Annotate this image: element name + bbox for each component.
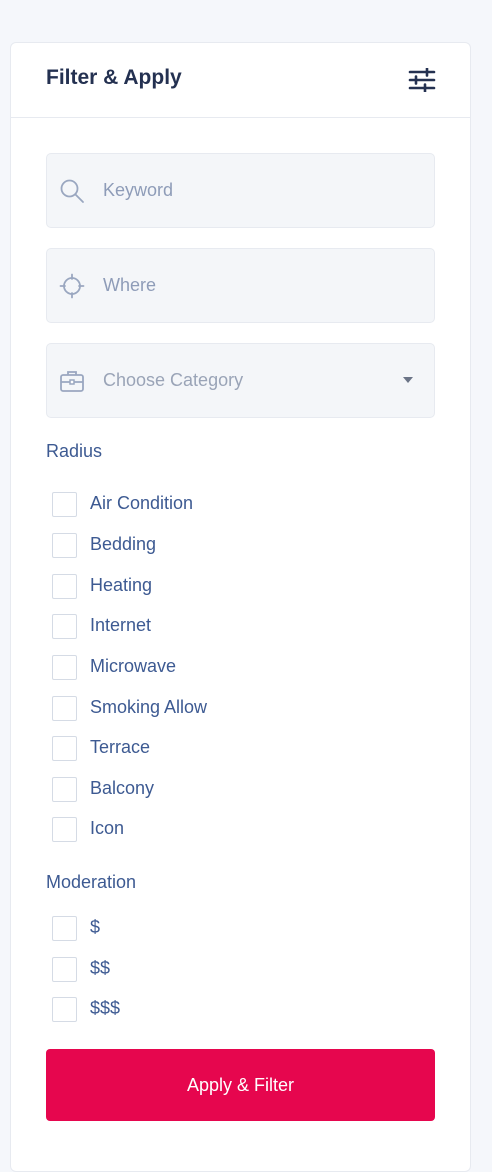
checkbox-internet[interactable]: Internet: [52, 614, 412, 640]
checkbox[interactable]: [52, 997, 77, 1022]
checkbox[interactable]: [52, 957, 77, 982]
checkbox-bedding[interactable]: Bedding: [52, 533, 412, 559]
where-input[interactable]: [103, 249, 423, 322]
search-icon: [59, 178, 85, 204]
checkbox-terrace[interactable]: Terrace: [52, 736, 412, 762]
category-selected: Choose Category: [103, 370, 244, 390]
checkbox[interactable]: [52, 696, 77, 721]
checkbox-air-condition[interactable]: Air Condition: [52, 492, 412, 518]
caret-down-icon: [403, 377, 413, 383]
checkbox-smoking-allow[interactable]: Smoking Allow: [52, 696, 412, 722]
checkbox-label: Internet: [90, 615, 152, 635]
checkbox-icon[interactable]: Icon: [52, 817, 412, 843]
radius-label: Radius: [46, 441, 103, 461]
checkbox-label: $: [90, 917, 101, 937]
checkbox-price-2[interactable]: $$: [52, 957, 412, 983]
checkbox-label: Terrace: [90, 737, 151, 757]
checkbox[interactable]: [52, 736, 77, 761]
briefcase-icon: [59, 368, 85, 394]
checkbox[interactable]: [52, 655, 77, 680]
checkbox[interactable]: [52, 574, 77, 599]
checkbox-label: Bedding: [90, 534, 157, 554]
checkbox[interactable]: [52, 817, 77, 842]
checkbox-price-3[interactable]: $$$: [52, 997, 412, 1023]
checkbox[interactable]: [52, 614, 77, 639]
checkbox[interactable]: [52, 777, 77, 802]
where-field[interactable]: [46, 248, 435, 323]
apply-filter-button[interactable]: Apply & Filter: [46, 1049, 435, 1121]
sliders-icon[interactable]: [408, 67, 436, 93]
crosshair-icon: [59, 273, 85, 299]
checkbox-microwave[interactable]: Microwave: [52, 655, 412, 681]
checkbox-label: Smoking Allow: [90, 697, 208, 717]
checkbox-price-1[interactable]: $: [52, 916, 412, 942]
checkbox-balcony[interactable]: Balcony: [52, 777, 412, 803]
category-select[interactable]: Choose Category: [46, 343, 435, 418]
checkbox-heating[interactable]: Heating: [52, 574, 412, 600]
checkbox[interactable]: [52, 492, 77, 517]
checkbox-label: $$: [90, 958, 111, 978]
checkbox-label: Heating: [90, 575, 153, 595]
checkbox[interactable]: [52, 916, 77, 941]
filter-panel: Filter & Apply Keyword Where Choose Cate…: [10, 42, 471, 1172]
checkbox-label: $$$: [90, 998, 121, 1018]
checkbox-label: Balcony: [90, 778, 155, 798]
moderation-label: Moderation: [46, 872, 137, 892]
checkbox[interactable]: [52, 533, 77, 558]
keyword-input[interactable]: [103, 154, 423, 227]
checkbox-label: Icon: [90, 818, 125, 838]
checkbox-label: Air Condition: [90, 493, 194, 513]
panel-title: Filter & Apply: [46, 66, 182, 89]
keyword-field[interactable]: [46, 153, 435, 228]
checkbox-label: Microwave: [90, 656, 177, 676]
panel-header: Filter & Apply: [11, 43, 470, 118]
